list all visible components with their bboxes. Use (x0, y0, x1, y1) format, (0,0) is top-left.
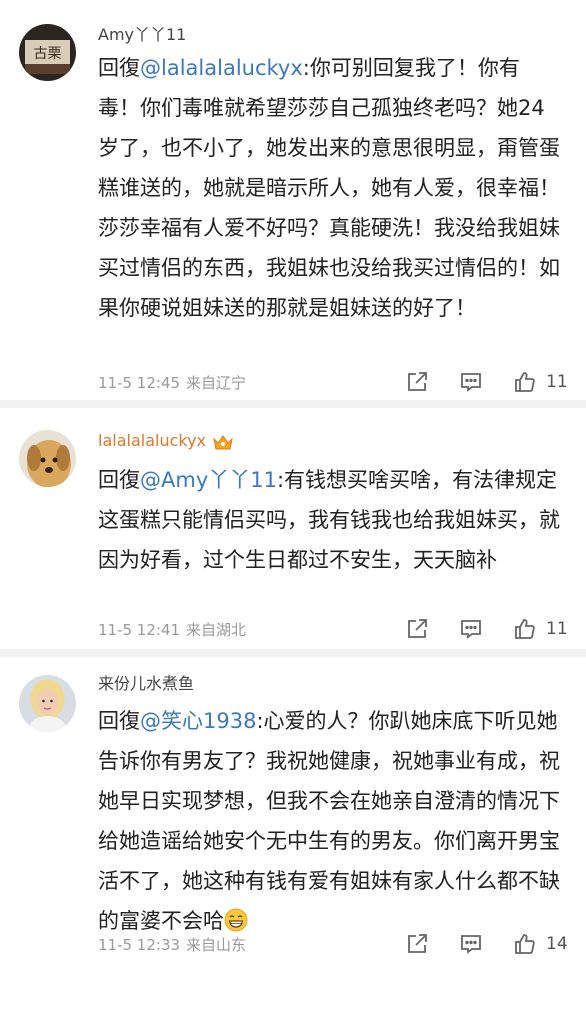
reply-prefix: 回復 (98, 709, 140, 733)
comment-icon[interactable] (458, 616, 484, 642)
comment-body: 回復@笑心1938:心爱的人？你趴她床底下听见她告诉你有男友了？我祝她健康，祝她… (98, 701, 560, 941)
comment-meta: 11-5 12:45 来自辽宁 (98, 373, 246, 393)
share-icon[interactable] (404, 616, 430, 642)
username[interactable]: lalalalaluckyx (98, 430, 234, 452)
like-count: 11 (546, 619, 568, 639)
comment-item: 古栗 Amy丫丫11 回復@lalalalaluckyx:你可别回复我了！你有毒… (0, 0, 586, 408)
username-text[interactable]: lalalalaluckyx (98, 431, 206, 450)
comment-meta: 11-5 12:33 来自山东 (98, 935, 246, 955)
comment-icon[interactable] (458, 369, 484, 395)
username[interactable]: 来份儿水煮鱼 (98, 673, 194, 695)
comment-actions: 11 (376, 616, 568, 642)
comment-icon[interactable] (458, 931, 484, 957)
share-icon[interactable] (404, 369, 430, 395)
reply-prefix: 回復 (98, 468, 140, 492)
mention-link[interactable]: @笑心1938 (140, 709, 256, 733)
mention-link[interactable]: @Amy丫丫11 (140, 468, 277, 492)
comment-body: 回復@Amy丫丫11:有钱想买啥买啥，有法律规定这蛋糕只能情侣买吗，我有钱我也给… (98, 460, 560, 580)
like-icon[interactable] (512, 616, 538, 642)
vip-crown-icon (212, 433, 234, 451)
like-icon[interactable] (512, 931, 538, 957)
comment-actions: 14 (376, 931, 568, 957)
timestamp: 11-5 12:41 (98, 621, 181, 639)
location: 来自湖北 (186, 621, 247, 639)
like-count: 14 (546, 934, 568, 954)
location: 来自辽宁 (186, 374, 247, 392)
avatar[interactable] (19, 430, 76, 487)
like-count: 11 (546, 372, 568, 392)
avatar-sign-text: 古栗 (34, 46, 62, 62)
share-icon[interactable] (404, 931, 430, 957)
avatar[interactable] (19, 675, 76, 732)
username[interactable]: Amy丫丫11 (98, 24, 186, 46)
comment-body: 回復@lalalalaluckyx:你可别回复我了！你有毒！你们毒唯就希望莎莎自… (98, 48, 560, 328)
comment-meta: 11-5 12:41 来自湖北 (98, 620, 246, 640)
mention-link[interactable]: @lalalalaluckyx (140, 56, 303, 80)
comment-item: 来份儿水煮鱼 回復@笑心1938:心爱的人？你趴她床底下听见她告诉你有男友了？我… (0, 657, 586, 1024)
comment-item: lalalalaluckyx 回復@Amy丫丫11:有钱想买啥买啥，有法律规定这… (0, 408, 586, 657)
reply-prefix: 回復 (98, 56, 140, 80)
location: 来自山东 (186, 936, 247, 954)
timestamp: 11-5 12:33 (98, 936, 181, 954)
like-icon[interactable] (512, 369, 538, 395)
grin-emoji-icon (224, 905, 248, 932)
comment-text: :心爱的人？你趴她床底下听见她告诉你有男友了？我祝她健康，祝她事业有成，祝她早日… (98, 709, 560, 933)
timestamp: 11-5 12:45 (98, 374, 181, 392)
comment-actions: 11 (376, 369, 568, 395)
avatar[interactable]: 古栗 (19, 24, 76, 81)
comment-text: :你可别回复我了！你有毒！你们毒唯就希望莎莎自己孤独终老吗？她24岁了，也不小了… (98, 56, 560, 320)
